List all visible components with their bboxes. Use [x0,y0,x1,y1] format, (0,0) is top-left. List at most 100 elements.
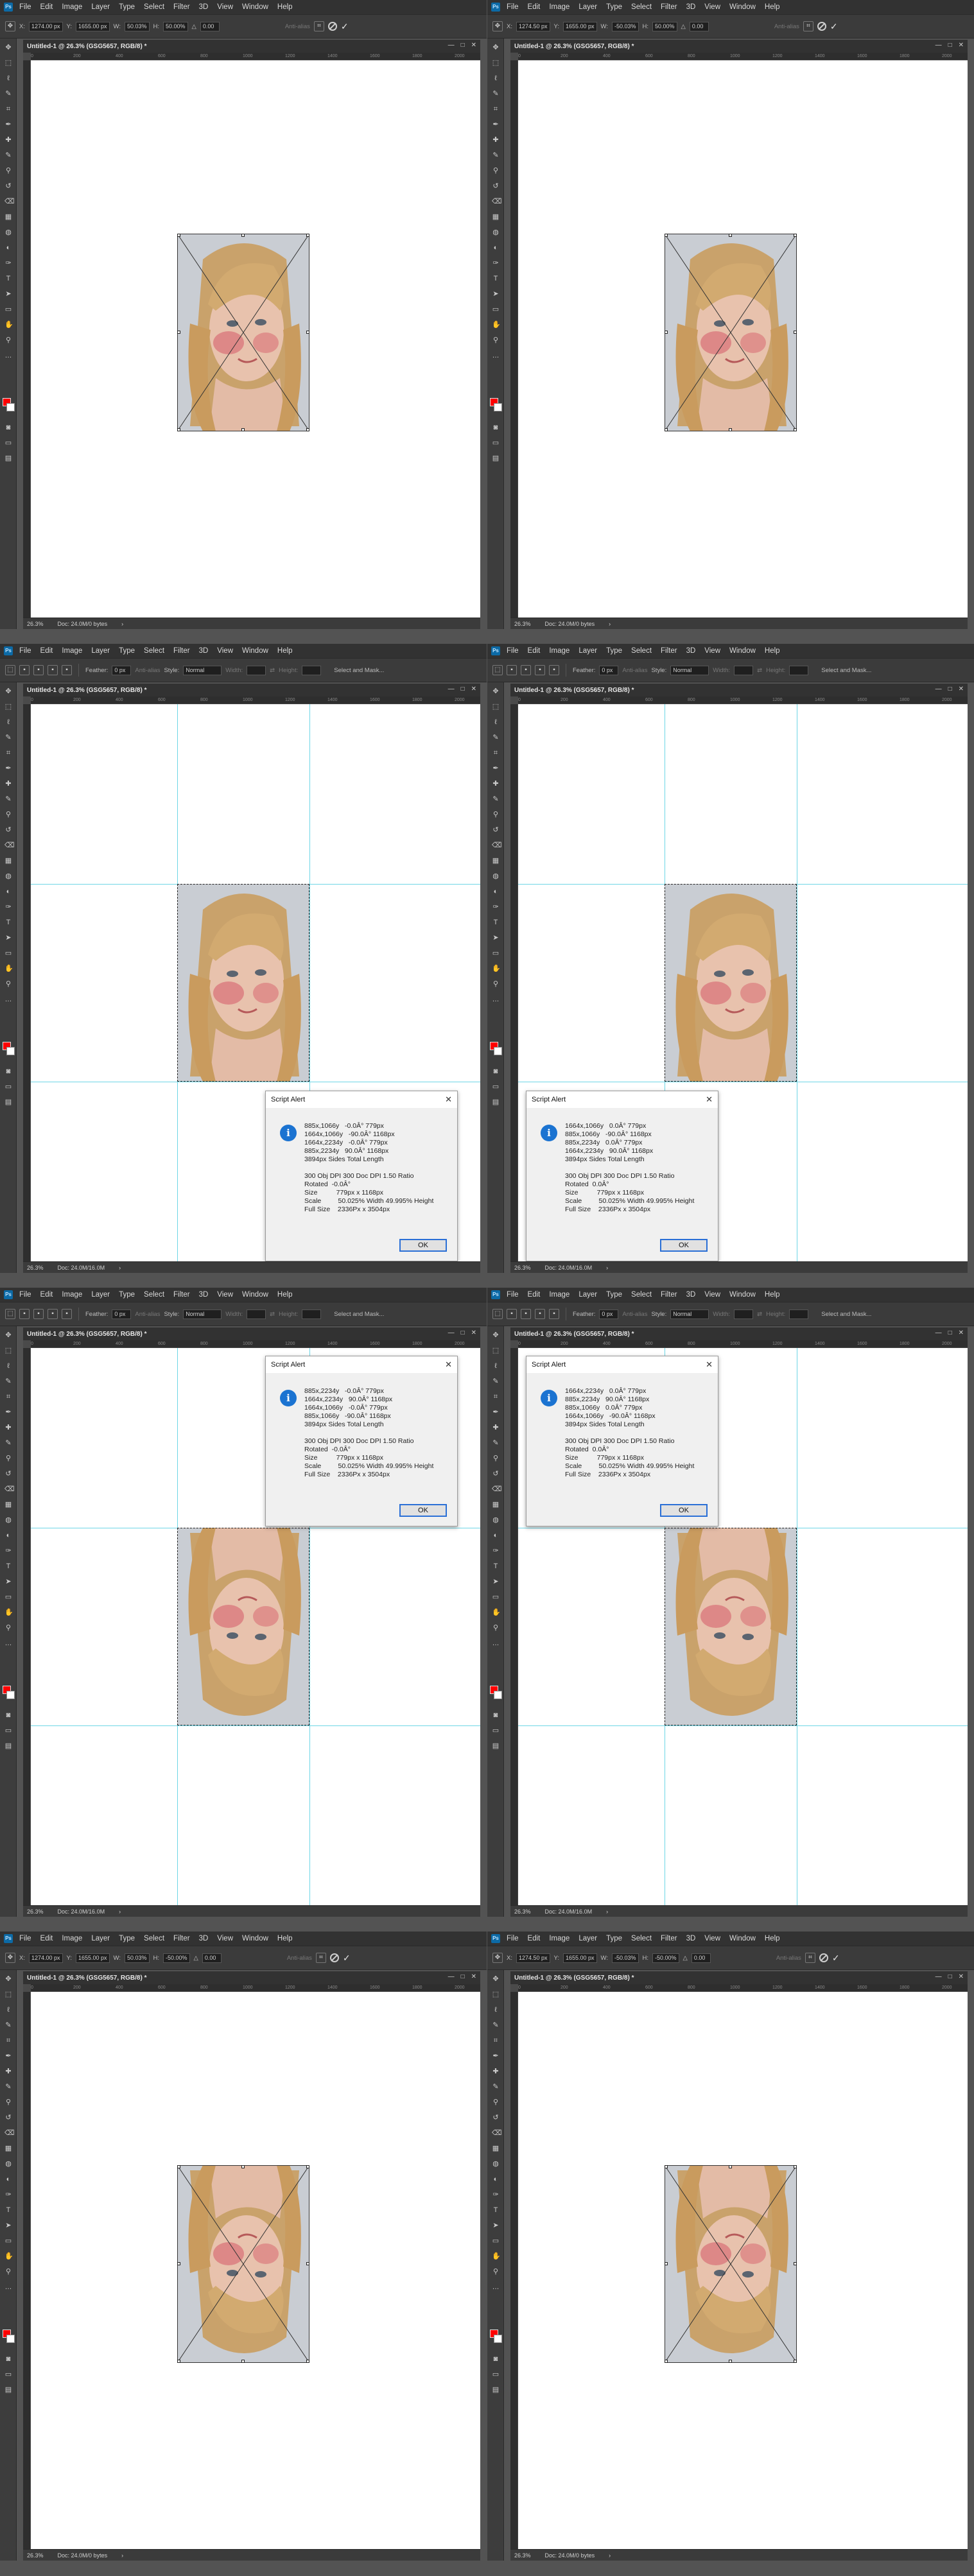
menu-help[interactable]: Help [765,3,780,11]
guide-horizontal[interactable] [31,1725,480,1726]
canvas[interactable] [31,60,480,618]
menu-filter[interactable]: Filter [173,1935,190,1942]
transform-handle[interactable] [306,234,309,237]
transform-handle[interactable] [794,2165,797,2168]
document-tab[interactable]: Untitled-1 @ 26.3% (GSG5657, RGB/8) * — □ ✕ [510,40,968,53]
gradient-icon[interactable]: ▦ [4,213,12,221]
intersect-selection-icon[interactable]: ▪ [62,665,72,675]
maximize-icon[interactable]: □ [461,1329,465,1336]
marquee-icon[interactable]: ⬚ [4,59,12,67]
extra-tools-icon[interactable]: ▤ [492,454,500,462]
minimize-icon[interactable]: — [448,686,455,693]
crop-icon[interactable]: ⌗ [4,105,12,113]
menu-layer[interactable]: Layer [91,1291,110,1299]
quick-select-icon[interactable]: ✎ [4,734,12,741]
status-menu-arrow-icon[interactable]: › [606,1908,608,1915]
width-field[interactable] [247,665,266,675]
menu-layer[interactable]: Layer [91,1935,110,1942]
dodge-icon[interactable]: ◐ [4,244,12,252]
doc-size-status[interactable]: Doc: 24.0M/16.0M [545,1908,593,1915]
rectangle-icon[interactable]: ▭ [492,2237,500,2245]
minimize-icon[interactable]: — [448,1973,455,1980]
extra-tools-icon[interactable]: ▤ [492,1742,500,1750]
clone-stamp-icon[interactable]: ⚲ [4,1455,12,1462]
menu-type[interactable]: Type [606,1935,622,1942]
menu-layer[interactable]: Layer [578,3,597,11]
width-field[interactable] [734,665,754,675]
close-icon[interactable]: ✕ [471,42,476,49]
dodge-icon[interactable]: ◐ [4,888,12,895]
select-and-mask-button[interactable]: Select and Mask... [334,667,384,674]
menu-3d[interactable]: 3D [686,647,696,655]
rectangle-icon[interactable]: ▭ [492,306,500,313]
menu-image[interactable]: Image [62,1291,82,1299]
pen-icon[interactable]: ✑ [492,903,500,911]
menu-view[interactable]: View [704,647,720,655]
pen-icon[interactable]: ✑ [492,2191,500,2199]
path-select-icon[interactable]: ➤ [492,2222,500,2229]
zoom-icon[interactable]: ⚲ [492,336,500,344]
extra-tools-icon[interactable]: ▤ [4,1742,12,1750]
menu-window[interactable]: Window [729,1935,756,1942]
transform-handle[interactable] [241,2360,245,2363]
add-selection-icon[interactable]: ▪ [521,1309,531,1319]
history-brush-icon[interactable]: ↺ [4,826,12,834]
doc-size-status[interactable]: Doc: 24.0M/16.0M [58,1908,105,1915]
opt-y-field[interactable]: 1655.00 px [562,1953,597,1963]
transform-bounding-box[interactable] [177,2165,309,2363]
rectangle-icon[interactable]: ▭ [4,2237,12,2245]
hand-icon[interactable]: ✋ [4,321,13,329]
height-field[interactable] [302,1309,322,1319]
close-icon[interactable]: ✕ [959,686,964,693]
menu-view[interactable]: View [217,647,233,655]
crop-icon[interactable]: ⌗ [492,105,500,113]
document-tab[interactable]: Untitled-1 @ 26.3% (GSG5657, RGB/8) * — □ ✕ [510,1971,968,1984]
history-brush-icon[interactable]: ↺ [4,182,12,190]
hand-icon[interactable]: ✋ [4,2252,13,2260]
menu-type[interactable]: Type [119,647,135,655]
warp-icon[interactable]: ⌗ [803,21,813,31]
gradient-icon[interactable]: ▦ [4,1501,12,1508]
rectangle-icon[interactable]: ▭ [492,949,500,957]
pen-icon[interactable]: ✑ [4,2191,12,2199]
document-tab[interactable]: Untitled-1 @ 26.3% (GSG5657, RGB/8) * — □ ✕ [23,1327,480,1340]
transform-handle[interactable] [665,2360,668,2363]
rectangle-icon[interactable]: ▭ [4,1593,12,1601]
opt-angle-field[interactable]: 0.00 [200,21,220,31]
menu-select[interactable]: Select [144,1935,164,1942]
menu-filter[interactable]: Filter [173,1291,190,1299]
style-select[interactable]: Normal [183,665,222,675]
menu-edit[interactable]: Edit [528,1291,541,1299]
crop-icon[interactable]: ⌗ [4,749,12,757]
menu-3d[interactable]: 3D [199,3,209,11]
menu-view[interactable]: View [704,3,720,11]
hand-icon[interactable]: ✋ [492,965,501,972]
menu-window[interactable]: Window [729,1291,756,1299]
ok-button[interactable]: OK [660,1504,708,1517]
minimize-icon[interactable]: — [935,1973,942,1980]
close-icon[interactable]: ✕ [445,1360,452,1370]
hand-icon[interactable]: ✋ [492,1609,501,1616]
menu-help[interactable]: Help [765,1935,780,1942]
background-color-swatch[interactable] [494,1047,502,1055]
width-field[interactable] [734,1309,754,1319]
type-icon[interactable]: T [4,275,12,282]
width-field[interactable] [247,1309,266,1319]
eyedropper-icon[interactable]: ✒ [492,1408,500,1416]
zoom-icon[interactable]: ⚲ [4,336,12,344]
close-icon[interactable]: ✕ [959,1973,964,1980]
menu-help[interactable]: Help [277,647,293,655]
menu-layer[interactable]: Layer [578,647,597,655]
swap-icon[interactable]: ⇄ [270,1311,275,1318]
photoshop-logo[interactable]: Ps [491,3,500,12]
photoshop-logo[interactable]: Ps [491,1934,500,1943]
brush-icon[interactable]: ✎ [4,1439,12,1447]
clone-stamp-icon[interactable]: ⚲ [4,167,12,175]
eyedropper-icon[interactable]: ✒ [492,121,500,128]
lasso-icon[interactable]: ℓ [492,1362,500,1370]
extra-tools-icon[interactable]: ▤ [4,454,12,462]
doc-size-status[interactable]: Doc: 24.0M/16.0M [58,1265,105,1271]
pen-icon[interactable]: ✑ [492,1547,500,1555]
menu-view[interactable]: View [217,1291,233,1299]
background-color-swatch[interactable] [6,1691,15,1699]
